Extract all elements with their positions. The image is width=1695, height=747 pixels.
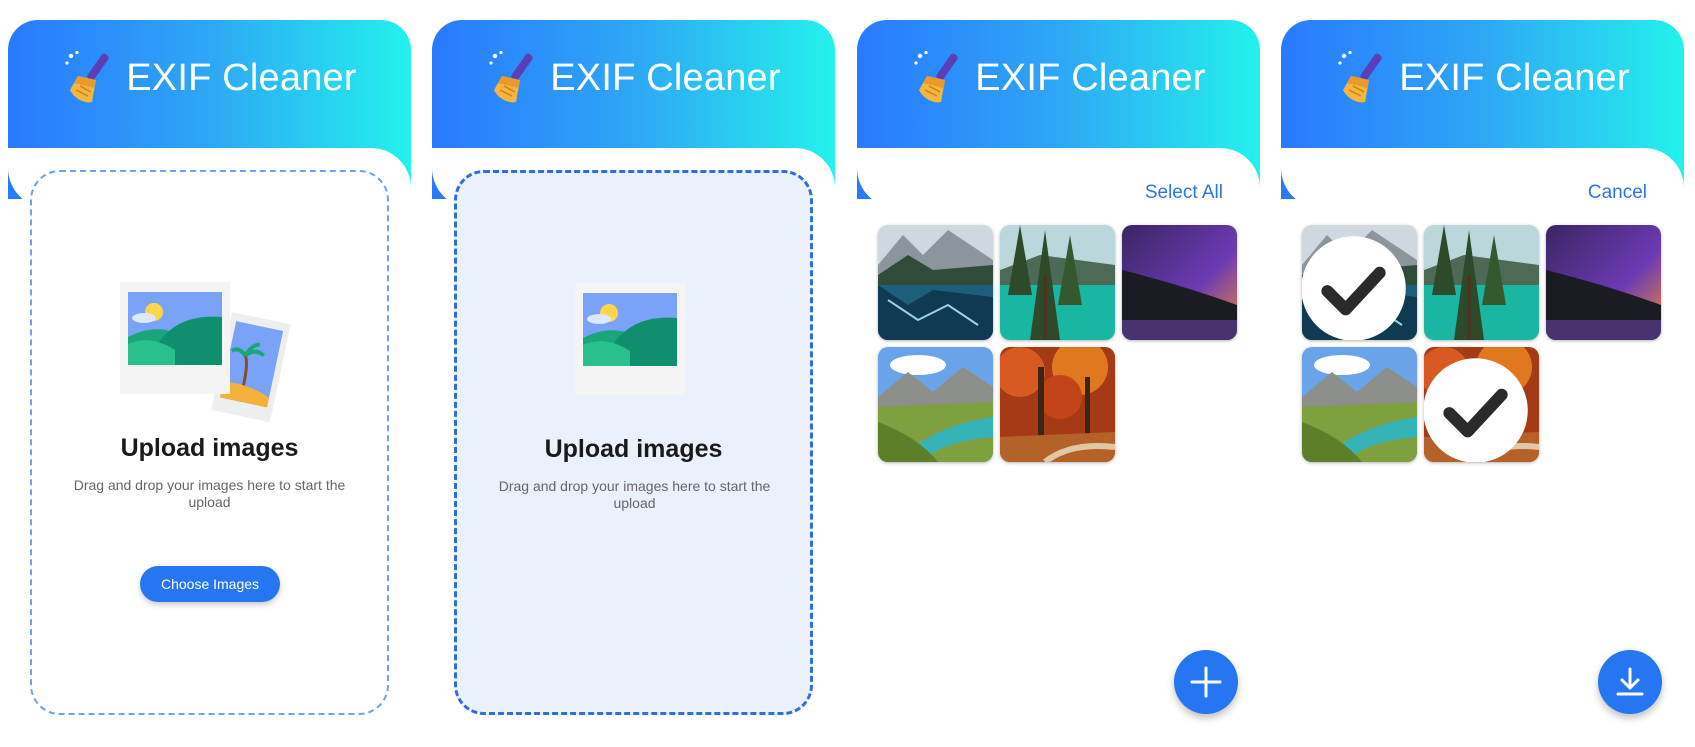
screen-dragging: EXIF Cleaner Upload images Drag and drop…: [432, 20, 835, 732]
photo-icon: [575, 283, 685, 395]
brand: EXIF Cleaner: [1281, 48, 1684, 108]
thumb-purple-sunset[interactable]: [1122, 225, 1237, 340]
download-button[interactable]: [1598, 650, 1662, 714]
upload-dropzone[interactable]: Upload images Drag and drop your images …: [30, 170, 389, 715]
thumb-forest-lake[interactable]: [1424, 225, 1539, 340]
download-icon: [1616, 667, 1644, 696]
check-icon: [1424, 353, 1533, 462]
thumb-autumn-forest[interactable]: [1424, 347, 1539, 462]
brand: EXIF Cleaner: [857, 48, 1260, 108]
check-icon: [1302, 231, 1411, 340]
app-title: EXIF Cleaner: [550, 56, 781, 99]
screen-empty: EXIF Cleaner Upload images Drag and drop…: [8, 20, 411, 732]
select-all-button[interactable]: Select All: [1145, 182, 1223, 204]
thumb-mountain-lake[interactable]: [1302, 225, 1417, 340]
thumb-alpine-valley[interactable]: [878, 347, 993, 462]
brand: EXIF Cleaner: [432, 48, 835, 108]
thumb-purple-sunset[interactable]: [1546, 225, 1661, 340]
thumb-autumn-forest[interactable]: [1000, 347, 1115, 462]
photos-icon: [120, 282, 293, 422]
thumb-alpine-valley[interactable]: [1302, 347, 1417, 462]
broom-icon: [913, 50, 960, 104]
app-title: EXIF Cleaner: [975, 56, 1206, 99]
add-images-button[interactable]: [1174, 650, 1238, 714]
thumb-mountain-lake[interactable]: [878, 225, 993, 340]
choose-images-button[interactable]: Choose Images: [140, 566, 280, 602]
broom-icon: [1337, 50, 1384, 104]
screen-gallery: EXIF Cleaner Select All: [857, 20, 1260, 732]
broom-icon: [488, 50, 535, 104]
plus-icon: [1190, 666, 1222, 698]
screen-selecting: EXIF Cleaner Cancel: [1281, 20, 1684, 732]
app-title: EXIF Cleaner: [126, 56, 357, 99]
thumb-forest-lake[interactable]: [1000, 225, 1115, 340]
upload-title: Upload images: [120, 434, 299, 462]
cancel-button[interactable]: Cancel: [1588, 182, 1647, 204]
app-title: EXIF Cleaner: [1399, 56, 1630, 99]
brand: EXIF Cleaner: [8, 48, 411, 108]
upload-title: Upload images: [544, 435, 723, 463]
upload-description: Drag and drop your images here to start …: [498, 478, 771, 511]
upload-dropzone-active[interactable]: Upload images Drag and drop your images …: [454, 170, 813, 715]
upload-description: Drag and drop your images here to start …: [73, 477, 346, 510]
broom-icon: [64, 50, 111, 104]
